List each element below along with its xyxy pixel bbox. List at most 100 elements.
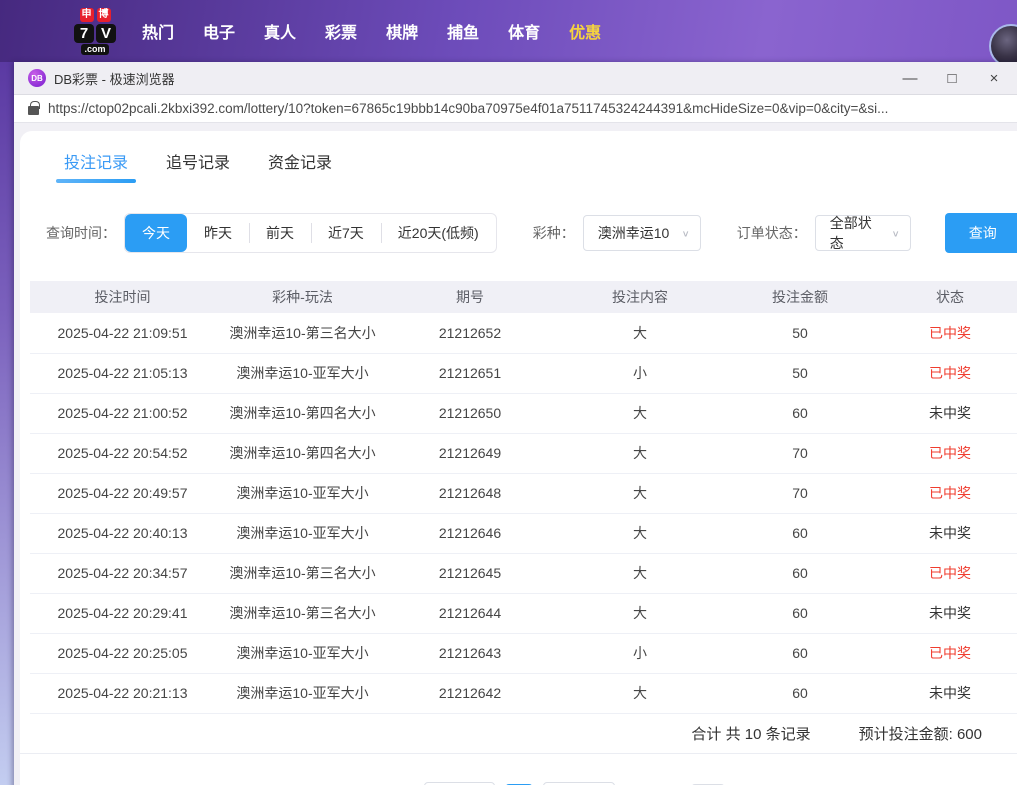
chevron-down-icon: ∨ <box>682 228 690 238</box>
nav-item-promo[interactable]: 优惠 <box>569 19 601 43</box>
logo-7v: 7 V <box>74 24 116 43</box>
status-filter-label: 订单状态： <box>737 223 807 243</box>
game-play: 澳洲幸运10-第三名大小 <box>215 553 390 593</box>
summary-expected: 预计投注金额: 600 <box>859 723 982 744</box>
site-nav: 申 博 7 V .com 热门 电子 真人 彩票 棋牌 捕鱼 体育 优惠 <box>0 0 1017 62</box>
bet-amount: 50 <box>730 313 870 353</box>
query-button[interactable]: 查询 <box>945 213 1017 253</box>
col-game-play: 彩种-玩法 <box>215 281 390 313</box>
issue-number: 21212646 <box>390 513 550 553</box>
table-row: 2025-04-22 21:05:13 澳洲幸运10-亚军大小 21212651… <box>30 353 1017 393</box>
pagination: 上一页 1 下一页 前往 页 <box>20 782 1017 785</box>
nav-item-chess[interactable]: 棋牌 <box>386 19 418 43</box>
window-title: DB彩票 - 极速浏览器 <box>54 69 902 88</box>
lottery-filter-label: 彩种： <box>533 223 575 243</box>
bet-amount: 60 <box>730 553 870 593</box>
tab-chase-records[interactable]: 追号记录 <box>166 149 230 187</box>
bet-content: 大 <box>550 433 730 473</box>
tab-fund-records[interactable]: 资金记录 <box>268 149 332 187</box>
issue-number: 21212643 <box>390 633 550 673</box>
time-option-daybefore[interactable]: 前天 <box>249 214 311 252</box>
bet-time: 2025-04-22 20:54:52 <box>30 433 215 473</box>
records-panel: 投注记录 追号记录 资金记录 查询时间： 今天 昨天 前天 近7天 近20天(低… <box>20 131 1017 785</box>
bet-time: 2025-04-22 20:29:41 <box>30 593 215 633</box>
table-row: 2025-04-22 20:40:13 澳洲幸运10-亚军大小 21212646… <box>30 513 1017 553</box>
logo-com: .com <box>81 44 108 55</box>
close-button[interactable]: × <box>986 71 1002 86</box>
issue-number: 21212648 <box>390 473 550 513</box>
order-status-select[interactable]: 全部状态 ∨ <box>815 215 911 251</box>
game-play: 澳洲幸运10-第四名大小 <box>215 433 390 473</box>
bet-content: 大 <box>550 593 730 633</box>
summary-total: 合计 共 10 条记录 <box>691 723 810 744</box>
bet-content: 小 <box>550 633 730 673</box>
status-badge: 已中奖 <box>870 553 1017 593</box>
lottery-select-value: 澳洲幸运10 <box>598 223 670 243</box>
filter-bar: 查询时间： 今天 昨天 前天 近7天 近20天(低频) 彩种： 澳洲幸运10 ∨… <box>20 187 1017 253</box>
bet-content: 大 <box>550 553 730 593</box>
game-play: 澳洲幸运10-亚军大小 <box>215 633 390 673</box>
site-logo[interactable]: 申 博 7 V .com <box>74 8 116 55</box>
status-badge: 已中奖 <box>870 313 1017 353</box>
nav-item-live[interactable]: 真人 <box>264 19 296 43</box>
bet-amount: 60 <box>730 673 870 713</box>
col-bet-amount: 投注金额 <box>730 281 870 313</box>
bet-time: 2025-04-22 20:25:05 <box>30 633 215 673</box>
next-page-button[interactable]: 下一页 <box>543 782 614 785</box>
nav-item-sports[interactable]: 体育 <box>508 19 540 43</box>
address-bar[interactable]: https://ctop02pcali.2kbxi392.com/lottery… <box>14 95 1017 123</box>
table-row: 2025-04-22 20:21:13 澳洲幸运10-亚军大小 21212642… <box>30 673 1017 713</box>
window-titlebar[interactable]: DB DB彩票 - 极速浏览器 — □ × <box>14 62 1017 95</box>
bet-amount: 60 <box>730 513 870 553</box>
table-row: 2025-04-22 20:25:05 澳洲幸运10-亚军大小 21212643… <box>30 633 1017 673</box>
nav-item-fishing[interactable]: 捕鱼 <box>447 19 479 43</box>
nav-item-hot[interactable]: 热门 <box>142 19 174 43</box>
bet-content: 小 <box>550 353 730 393</box>
maximize-button[interactable]: □ <box>944 71 960 86</box>
table-row: 2025-04-22 20:29:41 澳洲幸运10-第三名大小 2121264… <box>30 593 1017 633</box>
nav-item-electronic[interactable]: 电子 <box>203 19 235 43</box>
game-play: 澳洲幸运10-第四名大小 <box>215 393 390 433</box>
status-badge: 已中奖 <box>870 353 1017 393</box>
bet-content: 大 <box>550 393 730 433</box>
time-option-yesterday[interactable]: 昨天 <box>187 214 249 252</box>
table-row: 2025-04-22 20:54:52 澳洲幸运10-第四名大小 2121264… <box>30 433 1017 473</box>
bet-time: 2025-04-22 21:00:52 <box>30 393 215 433</box>
summary-bar: 合计 共 10 条记录 预计投注金额: 600 有效投注金额 <box>20 714 1017 754</box>
time-option-today[interactable]: 今天 <box>125 214 187 252</box>
issue-number: 21212649 <box>390 433 550 473</box>
col-bet-time: 投注时间 <box>30 281 215 313</box>
issue-number: 21212642 <box>390 673 550 713</box>
bet-records-table: 投注时间 彩种-玩法 期号 投注内容 投注金额 状态 2025-04-22 21… <box>30 281 1017 714</box>
game-play: 澳洲幸运10-亚军大小 <box>215 353 390 393</box>
bet-amount: 60 <box>730 633 870 673</box>
status-badge: 未中奖 <box>870 593 1017 633</box>
status-badge: 已中奖 <box>870 433 1017 473</box>
prev-page-button[interactable]: 上一页 <box>424 782 495 785</box>
bet-content: 大 <box>550 673 730 713</box>
nav-item-lottery[interactable]: 彩票 <box>325 19 357 43</box>
col-bet-content: 投注内容 <box>550 281 730 313</box>
lottery-select[interactable]: 澳洲幸运10 ∨ <box>583 215 701 251</box>
table-header-row: 投注时间 彩种-玩法 期号 投注内容 投注金额 状态 <box>30 281 1017 313</box>
logo-char: V <box>96 24 116 43</box>
time-filter-label: 查询时间： <box>46 223 116 243</box>
bet-time: 2025-04-22 20:40:13 <box>30 513 215 553</box>
game-play: 澳洲幸运10-亚军大小 <box>215 673 390 713</box>
bet-time: 2025-04-22 20:21:13 <box>30 673 215 713</box>
lottery-page: 投注记录 追号记录 资金记录 查询时间： 今天 昨天 前天 近7天 近20天(低… <box>14 131 1017 785</box>
logo-badge: 申 <box>80 8 94 22</box>
record-tabs: 投注记录 追号记录 资金记录 <box>20 131 1017 187</box>
issue-number: 21212645 <box>390 553 550 593</box>
time-option-20days[interactable]: 近20天(低频) <box>381 214 496 252</box>
time-option-7days[interactable]: 近7天 <box>311 214 381 252</box>
url-text[interactable]: https://ctop02pcali.2kbxi392.com/lottery… <box>48 101 888 116</box>
game-play: 澳洲幸运10-第三名大小 <box>215 313 390 353</box>
bet-time: 2025-04-22 20:34:57 <box>30 553 215 593</box>
issue-number: 21212650 <box>390 393 550 433</box>
game-play: 澳洲幸运10-亚军大小 <box>215 473 390 513</box>
tab-bet-records[interactable]: 投注记录 <box>64 149 128 187</box>
minimize-button[interactable]: — <box>902 71 918 86</box>
status-badge: 未中奖 <box>870 673 1017 713</box>
table-row: 2025-04-22 20:34:57 澳洲幸运10-第三名大小 2121264… <box>30 553 1017 593</box>
